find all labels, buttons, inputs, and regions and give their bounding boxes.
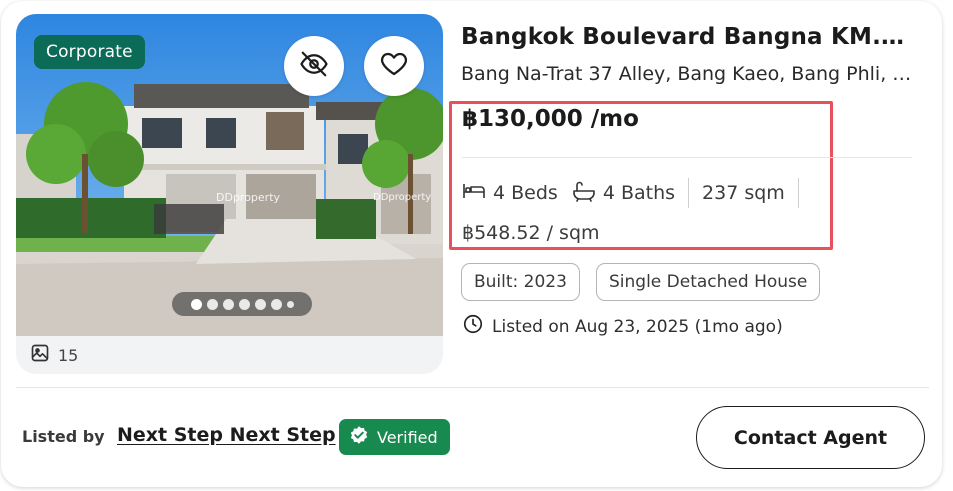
bed-icon <box>462 180 486 207</box>
spec-separator <box>688 178 690 208</box>
eye-off-icon <box>299 49 329 83</box>
price-divider <box>462 157 912 158</box>
spec-separator <box>797 178 799 208</box>
favorite-button[interactable] <box>364 36 424 96</box>
carousel-dot[interactable] <box>190 298 202 310</box>
svg-text:DDproperty: DDproperty <box>373 192 431 203</box>
carousel-dot[interactable] <box>254 298 266 310</box>
photo-count[interactable]: 15 <box>30 344 78 366</box>
agent-name-link[interactable]: Next Step Next Step <box>117 424 336 446</box>
beds-spec: 4 Beds <box>462 180 558 207</box>
carousel-dot[interactable] <box>286 300 294 308</box>
baths-spec: 4 Baths <box>572 180 675 207</box>
photo-count-value: 15 <box>58 345 79 365</box>
clock-icon <box>462 313 484 340</box>
carousel-indicator[interactable] <box>172 292 312 316</box>
property-type-chip: Single Detached House <box>596 263 821 301</box>
heart-icon <box>379 49 409 83</box>
listing-media[interactable]: DDproperty DDproperty Corporate 15 <box>16 14 443 374</box>
verified-badge: Verified <box>339 419 450 455</box>
contact-agent-button[interactable]: Contact Agent <box>696 406 925 469</box>
hide-listing-button[interactable] <box>284 36 344 96</box>
built-year-chip: Built: 2023 <box>461 263 580 301</box>
listing-price: ฿130,000 /mo <box>462 106 639 132</box>
listed-date-text: Listed on Aug 23, 2025 (1mo ago) <box>492 316 783 337</box>
listing-specs: 4 Beds 4 Baths 237 sqm <box>462 177 812 209</box>
bathtub-icon <box>572 180 596 207</box>
corporate-badge: Corporate <box>34 35 145 69</box>
image-icon <box>30 343 50 367</box>
beds-value: 4 Beds <box>493 182 558 204</box>
carousel-dot[interactable] <box>206 298 218 310</box>
listing-title[interactable]: Bangkok Boulevard Bangna KM.5, Samut Pra… <box>461 24 916 50</box>
verified-badge-icon <box>349 425 369 449</box>
carousel-dot[interactable] <box>222 298 234 310</box>
listed-by-label: Listed by <box>22 427 105 446</box>
carousel-dot[interactable] <box>238 298 250 310</box>
baths-value: 4 Baths <box>602 182 676 204</box>
footer-divider <box>16 387 929 388</box>
listing-address: Bang Na-Trat 37 Alley, Bang Kaeo, Bang P… <box>461 63 913 85</box>
price-per-sqm: ฿548.52 / sqm <box>462 222 600 244</box>
listed-date: Listed on Aug 23, 2025 (1mo ago) <box>462 313 783 340</box>
svg-text:DDproperty: DDproperty <box>216 191 281 204</box>
carousel-dot[interactable] <box>270 298 282 310</box>
verified-label: Verified <box>377 427 438 447</box>
area-value: 237 sqm <box>702 182 785 204</box>
